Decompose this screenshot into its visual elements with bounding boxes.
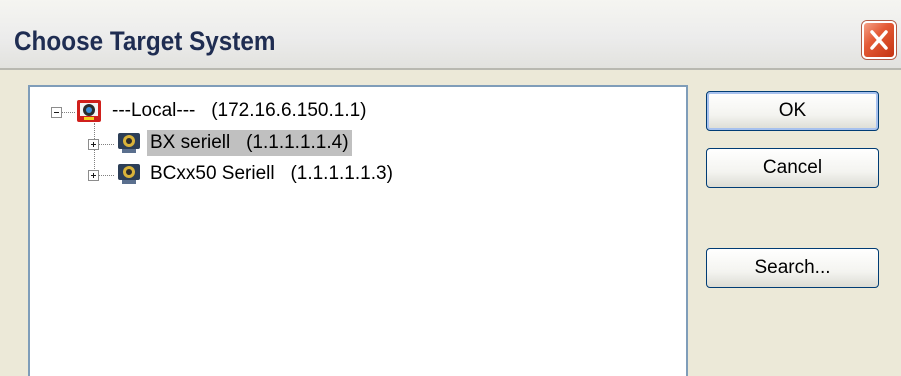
network-computer-icon — [76, 99, 102, 123]
cancel-button[interactable]: Cancel — [706, 148, 879, 188]
target-tree-view[interactable]: ---Local--- (172.16.6.150.1.1) BX seriel… — [28, 85, 688, 376]
tree-node-bcxx50-seriell[interactable]: BCxx50 Seriell (1.1.1.1.1.3) — [147, 161, 396, 187]
serial-device-icon — [116, 162, 142, 186]
choose-target-system-dialog: Choose Target System ---Local--- (172.16… — [0, 0, 901, 376]
search-button[interactable]: Search... — [706, 248, 879, 288]
close-icon — [870, 30, 888, 50]
window-title: Choose Target System — [14, 26, 276, 56]
title-bar[interactable]: Choose Target System — [0, 0, 901, 70]
collapse-expander-icon[interactable] — [51, 107, 62, 118]
close-button[interactable] — [862, 21, 896, 59]
serial-device-icon — [116, 131, 142, 155]
ok-button[interactable]: OK — [706, 91, 879, 131]
tree-node-local[interactable]: ---Local--- (172.16.6.150.1.1) — [109, 98, 370, 124]
expand-expander-icon[interactable] — [88, 170, 99, 181]
expand-expander-icon[interactable] — [88, 139, 99, 150]
tree-connector — [62, 112, 75, 113]
tree-node-bx-seriell[interactable]: BX seriell (1.1.1.1.1.4) — [147, 130, 352, 156]
